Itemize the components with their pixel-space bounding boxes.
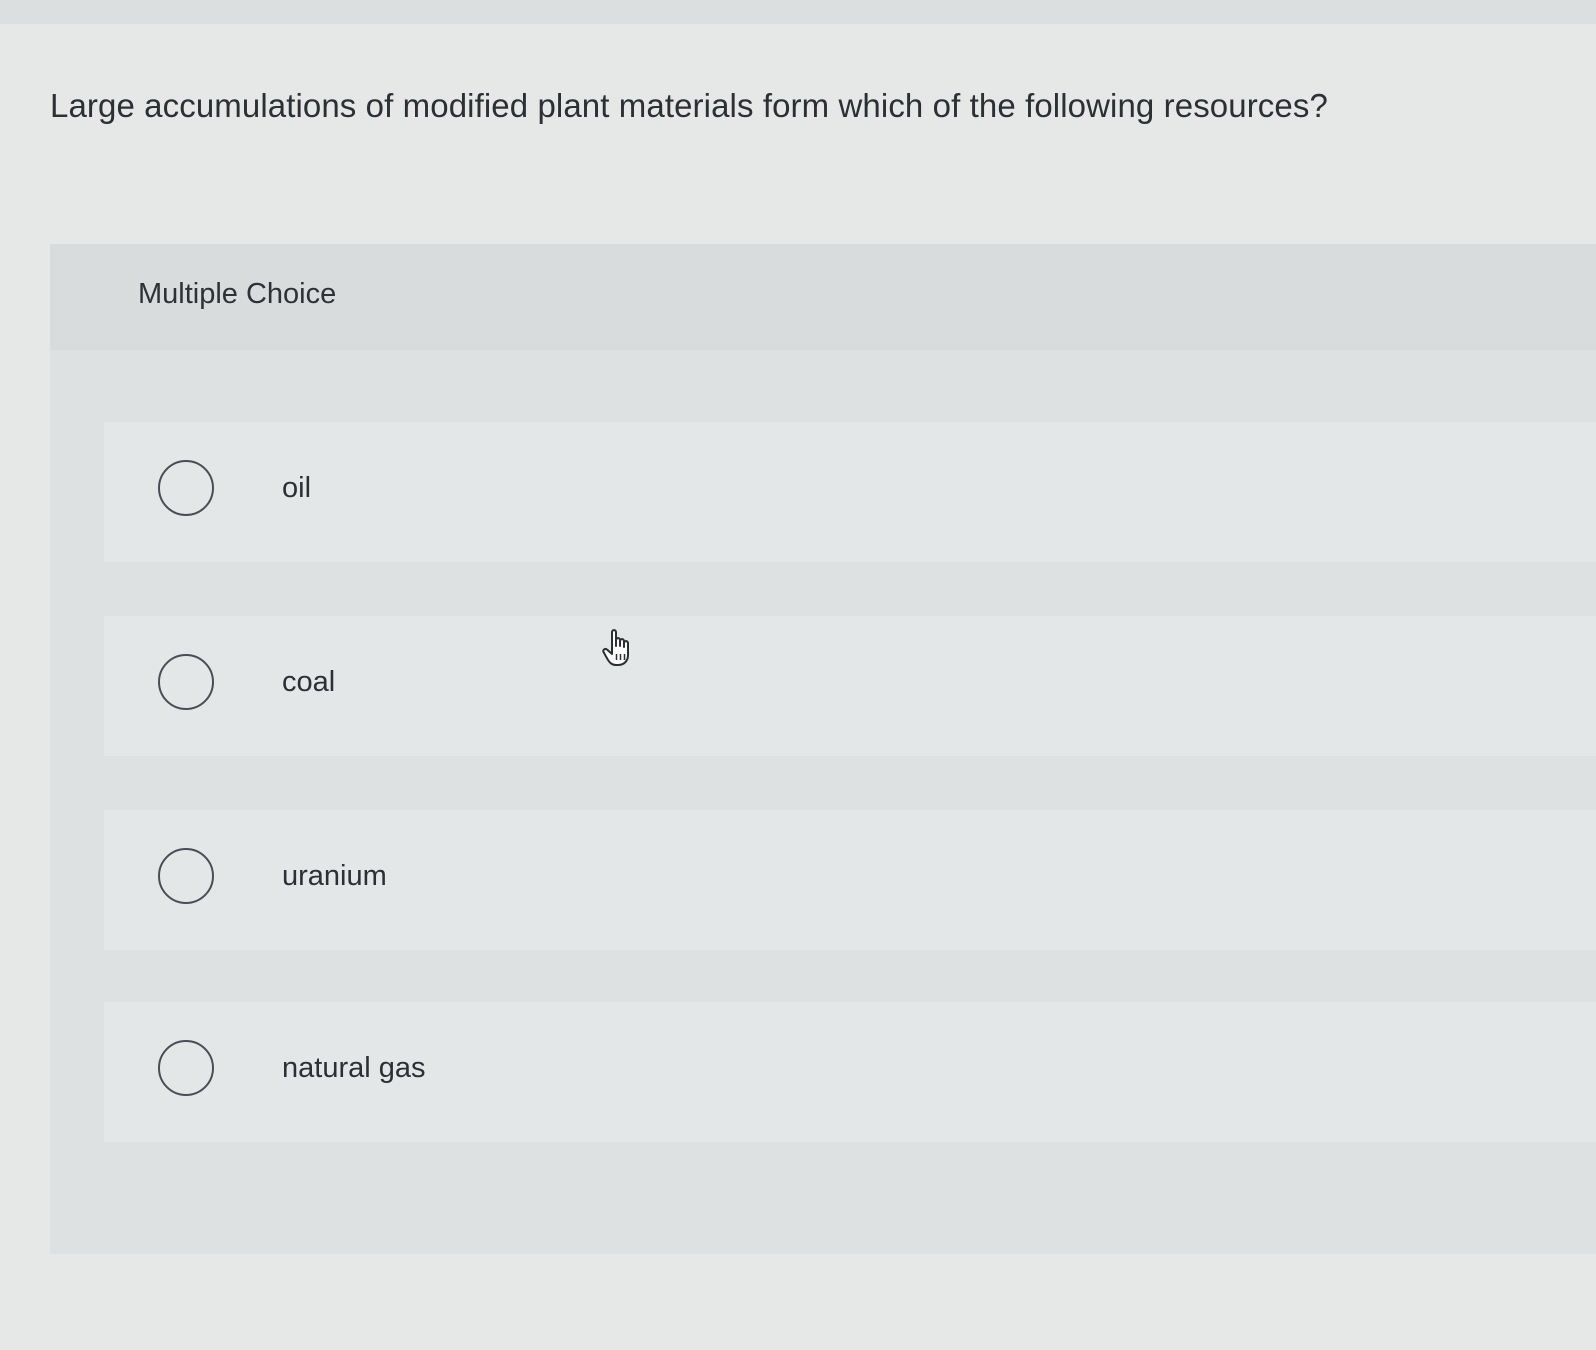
radio-button[interactable]: [158, 1040, 214, 1096]
option-label: coal: [282, 666, 336, 698]
radio-button[interactable]: [158, 654, 214, 710]
option-label: natural gas: [282, 1052, 426, 1084]
option-label: uranium: [282, 860, 387, 892]
option-label: oil: [282, 472, 312, 504]
top-strip: [0, 0, 1596, 24]
radio-button[interactable]: [158, 460, 214, 516]
question-text: Large accumulations of modified plant ma…: [50, 87, 1328, 124]
radio-button[interactable]: [158, 848, 214, 904]
option-uranium[interactable]: uranium: [104, 810, 1596, 950]
multiple-choice-header: Multiple Choice: [50, 244, 1596, 350]
multiple-choice-label: Multiple Choice: [138, 278, 337, 310]
option-oil[interactable]: oil: [104, 422, 1596, 562]
hand-pointer-icon: [602, 629, 629, 666]
option-coal[interactable]: coal: [104, 616, 1596, 756]
option-natural-gas[interactable]: natural gas: [104, 1002, 1596, 1142]
multiple-choice-panel: Multiple Choice oil coal uranium natural…: [50, 244, 1596, 1254]
